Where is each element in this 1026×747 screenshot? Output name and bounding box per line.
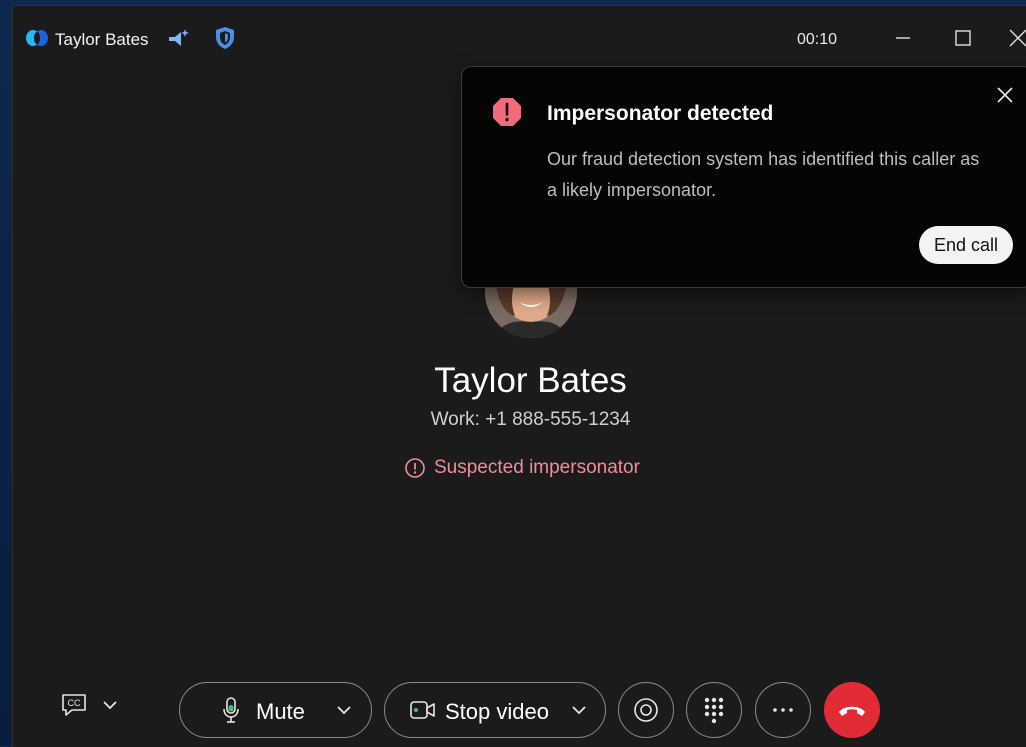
mute-options-chevron-icon[interactable] [336, 704, 352, 716]
keypad-icon [704, 697, 724, 724]
maximize-icon[interactable] [950, 26, 976, 50]
title-bar: Taylor Bates 00:10 [13, 6, 1026, 68]
ai-assistant-icon[interactable] [166, 27, 190, 51]
microphone-icon [223, 697, 239, 723]
impersonator-toast: Impersonator detected Our fraud detectio… [461, 66, 1026, 288]
more-icon [773, 708, 793, 712]
caller-number: Work: +1 888-555-1234 [430, 409, 631, 430]
hang-up-icon [839, 706, 865, 716]
captions-control[interactable]: CC [60, 692, 118, 718]
record-icon [634, 698, 658, 722]
captions-icon[interactable]: CC [60, 692, 88, 718]
webex-logo-icon [26, 30, 48, 46]
call-timer: 00:10 [797, 31, 838, 48]
svg-text:CC: CC [68, 698, 81, 708]
video-options-chevron-icon[interactable] [571, 704, 587, 716]
toast-title: Impersonator detected [547, 102, 774, 125]
video-camera-icon [410, 701, 435, 719]
warning-circle-icon [405, 458, 425, 478]
alert-octagon-icon [493, 98, 521, 126]
chevron-down-icon[interactable] [102, 699, 118, 711]
warning-text: Suspected impersonator [434, 457, 640, 478]
avatar [485, 286, 577, 338]
impersonator-warning: Suspected impersonator [404, 457, 640, 479]
stop-video-button[interactable]: Stop video [384, 682, 606, 738]
window-title: Taylor Bates [55, 30, 149, 49]
minimize-icon[interactable] [890, 26, 916, 50]
shield-icon[interactable] [215, 26, 235, 50]
close-icon[interactable] [993, 83, 1017, 107]
toast-message: Our fraud detection system has identifie… [547, 149, 980, 200]
caller-name: Taylor Bates [434, 361, 627, 400]
mute-button[interactable]: Mute [179, 682, 372, 738]
hang-up-button[interactable] [824, 682, 880, 738]
keypad-button[interactable] [686, 682, 742, 738]
close-window-icon[interactable] [1005, 26, 1026, 50]
mute-label: Mute [256, 699, 305, 724]
more-options-button[interactable] [755, 682, 811, 738]
stop-video-label: Stop video [445, 699, 549, 724]
end-call-button[interactable]: End call [919, 226, 1014, 264]
caller-photo [485, 286, 577, 338]
record-button[interactable] [618, 682, 674, 738]
